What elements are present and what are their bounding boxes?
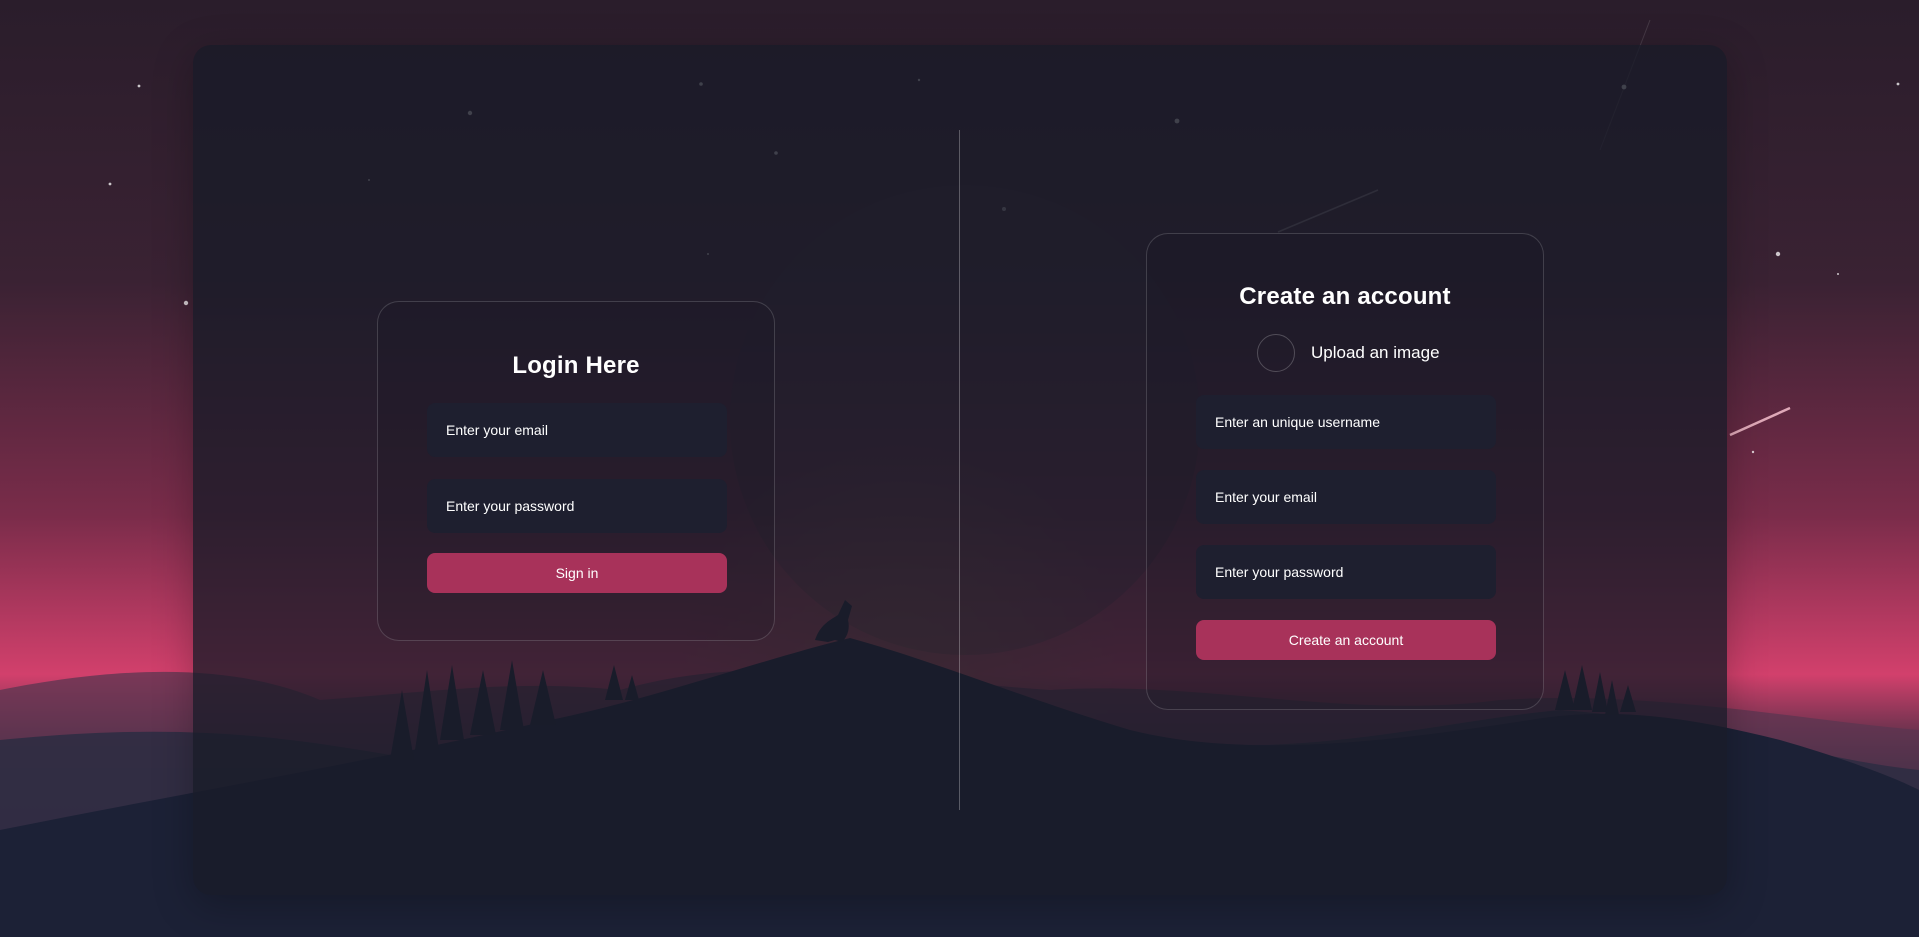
upload-image-control[interactable]: Upload an image (1257, 334, 1440, 372)
signup-username-input[interactable] (1196, 395, 1496, 449)
shooting-star (1729, 406, 1791, 437)
avatar-upload-icon[interactable] (1257, 334, 1295, 372)
create-account-button[interactable]: Create an account (1196, 620, 1496, 660)
signup-card: Create an account Upload an image Create… (1146, 233, 1544, 710)
login-title: Login Here (512, 352, 640, 379)
login-card: Login Here Sign in (377, 301, 775, 641)
signup-password-input[interactable] (1196, 545, 1496, 599)
panel-divider (959, 130, 960, 810)
upload-image-label: Upload an image (1311, 343, 1440, 362)
signup-email-input[interactable] (1196, 470, 1496, 524)
sign-in-button[interactable]: Sign in (427, 553, 727, 593)
signup-title: Create an account (1239, 283, 1451, 310)
login-password-input[interactable] (427, 479, 727, 533)
login-email-input[interactable] (427, 403, 727, 457)
